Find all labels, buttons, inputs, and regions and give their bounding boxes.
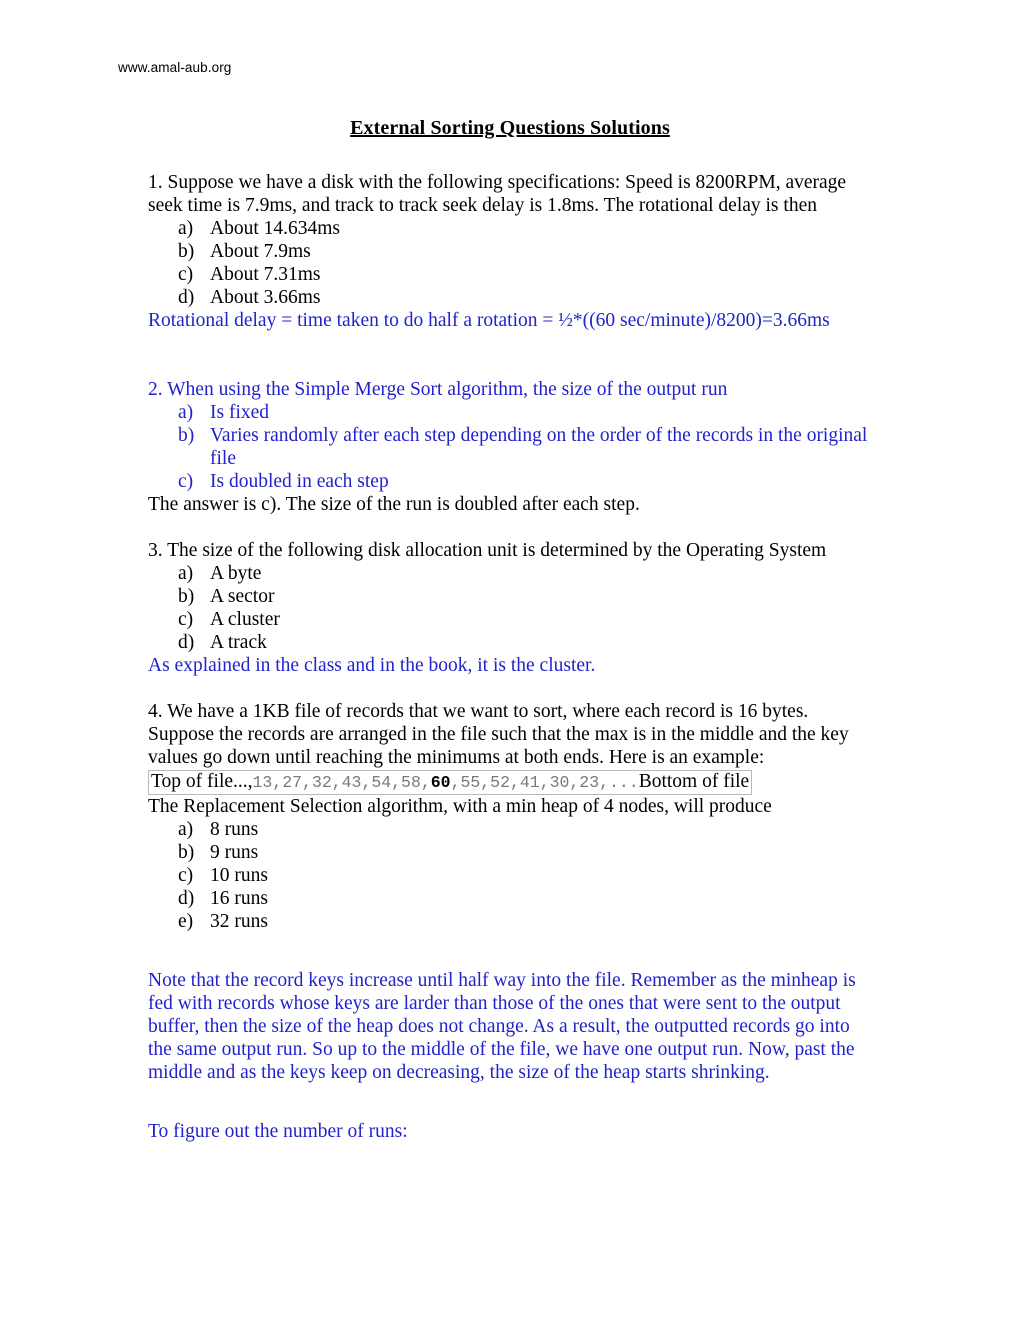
choice-3-c[interactable]: c) A cluster xyxy=(148,608,872,631)
file-key-max-value: 60 xyxy=(430,773,451,792)
choice-2-c[interactable]: c) Is doubled in each step xyxy=(148,470,872,493)
choice-label: 8 runs xyxy=(210,819,259,841)
choice-marker: b) xyxy=(178,586,195,607)
choice-1-d[interactable]: d) About 3.66ms xyxy=(148,286,872,309)
choice-1-a[interactable]: a) About 14.634ms xyxy=(148,217,872,240)
question-3-choices: a) A byte b) A sector c) A cluster d) A … xyxy=(148,562,872,654)
question-4-closing-line: To figure out the number of runs: xyxy=(148,1121,408,1143)
file-bottom-label: Bottom of file xyxy=(638,771,750,792)
choice-marker: b) xyxy=(178,241,195,262)
choice-marker: b) xyxy=(178,842,195,864)
question-1-choices: a) About 14.634ms b) About 7.9ms c) Abou… xyxy=(148,217,872,309)
choice-label: About 14.634ms xyxy=(210,218,341,239)
choice-label: 10 runs xyxy=(210,865,268,887)
question-block-2: 2. When using the Simple Merge Sort algo… xyxy=(148,378,872,516)
question-4-choices: a) 8 runs b) 9 runs c) 10 runs d) 16 run… xyxy=(148,818,872,933)
choice-4-b[interactable]: b) 9 runs xyxy=(148,841,872,864)
choice-marker: a) xyxy=(178,218,194,239)
choice-marker: c) xyxy=(178,471,194,492)
choice-4-d[interactable]: d) 16 runs xyxy=(148,887,872,910)
choice-2-b[interactable]: b) Varies randomly after each step depen… xyxy=(148,424,872,470)
choice-3-a[interactable]: a) A byte xyxy=(148,562,872,585)
choice-3-d[interactable]: d) A track xyxy=(148,631,872,654)
choice-label: 32 runs xyxy=(210,911,268,933)
choice-label: A cluster xyxy=(210,609,280,630)
choice-marker: a) xyxy=(178,819,194,841)
choice-marker: c) xyxy=(178,865,194,887)
choice-marker: a) xyxy=(178,402,194,423)
choice-label: A track xyxy=(210,632,267,653)
question-3-answer: As explained in the class and in the boo… xyxy=(148,655,596,676)
choice-marker: d) xyxy=(178,287,195,308)
file-layout-example-box: Top of file...,13,27,32,43,54,58,60,55,5… xyxy=(148,770,753,796)
question-4-stem-continued: The Replacement Selection algorithm, wit… xyxy=(148,796,772,818)
choice-3-b[interactable]: b) A sector xyxy=(148,585,872,608)
question-2-stem: 2. When using the Simple Merge Sort algo… xyxy=(148,379,728,400)
document-page: www.amal-aub.org External Sorting Questi… xyxy=(0,0,1020,1320)
file-key-sequence-after: ,55,52,41,30,23,... xyxy=(450,773,639,792)
choice-label: About 7.31ms xyxy=(210,264,321,285)
choice-label: 9 runs xyxy=(210,842,259,864)
question-block-3: 3. The size of the following disk alloca… xyxy=(148,539,872,677)
choice-marker: e) xyxy=(178,911,194,933)
file-key-sequence-before: 13,27,32,43,54,58, xyxy=(252,773,431,792)
choice-1-b[interactable]: b) About 7.9ms xyxy=(148,240,872,263)
choice-label: Varies randomly after each step dependin… xyxy=(210,425,868,469)
choice-label: A byte xyxy=(210,563,262,584)
choice-marker: d) xyxy=(178,888,195,910)
choice-marker: c) xyxy=(178,264,194,285)
choice-marker: a) xyxy=(178,563,194,584)
page-title: External Sorting Questions Solutions xyxy=(350,117,670,139)
question-2-choices: a) Is fixed b) Varies randomly after eac… xyxy=(148,401,872,493)
choice-label: About 7.9ms xyxy=(210,241,311,262)
choice-marker: b) xyxy=(178,425,195,446)
file-top-label: Top of file..., xyxy=(151,771,253,792)
choice-label: About 3.66ms xyxy=(210,287,321,308)
question-4-stem: 4. We have a 1KB file of records that we… xyxy=(148,701,849,768)
page-header-url: www.amal-aub.org xyxy=(118,60,232,75)
question-block-1: 1. Suppose we have a disk with the follo… xyxy=(148,171,872,332)
choice-2-a[interactable]: a) Is fixed xyxy=(148,401,872,424)
choice-label: Is fixed xyxy=(210,402,270,423)
question-2-answer: The answer is c). The size of the run is… xyxy=(148,494,640,515)
choice-4-a[interactable]: a) 8 runs xyxy=(148,818,872,841)
question-block-4: 4. We have a 1KB file of records that we… xyxy=(148,700,872,1143)
choice-4-e[interactable]: e) 32 runs xyxy=(148,910,872,933)
choice-marker: d) xyxy=(178,632,195,653)
choice-1-c[interactable]: c) About 7.31ms xyxy=(148,263,872,286)
choice-4-c[interactable]: c) 10 runs xyxy=(148,864,872,887)
choice-label: Is doubled in each step xyxy=(210,471,389,492)
choice-label: A sector xyxy=(210,586,275,607)
question-3-stem: 3. The size of the following disk alloca… xyxy=(148,540,827,561)
choice-label: 16 runs xyxy=(210,888,268,910)
question-1-answer: Rotational delay = time taken to do half… xyxy=(148,310,830,331)
choice-marker: c) xyxy=(178,609,194,630)
document-body: External Sorting Questions Solutions 1. … xyxy=(148,116,872,1143)
question-1-stem: 1. Suppose we have a disk with the follo… xyxy=(148,172,847,216)
question-4-explanation: Note that the record keys increase until… xyxy=(148,970,856,1084)
